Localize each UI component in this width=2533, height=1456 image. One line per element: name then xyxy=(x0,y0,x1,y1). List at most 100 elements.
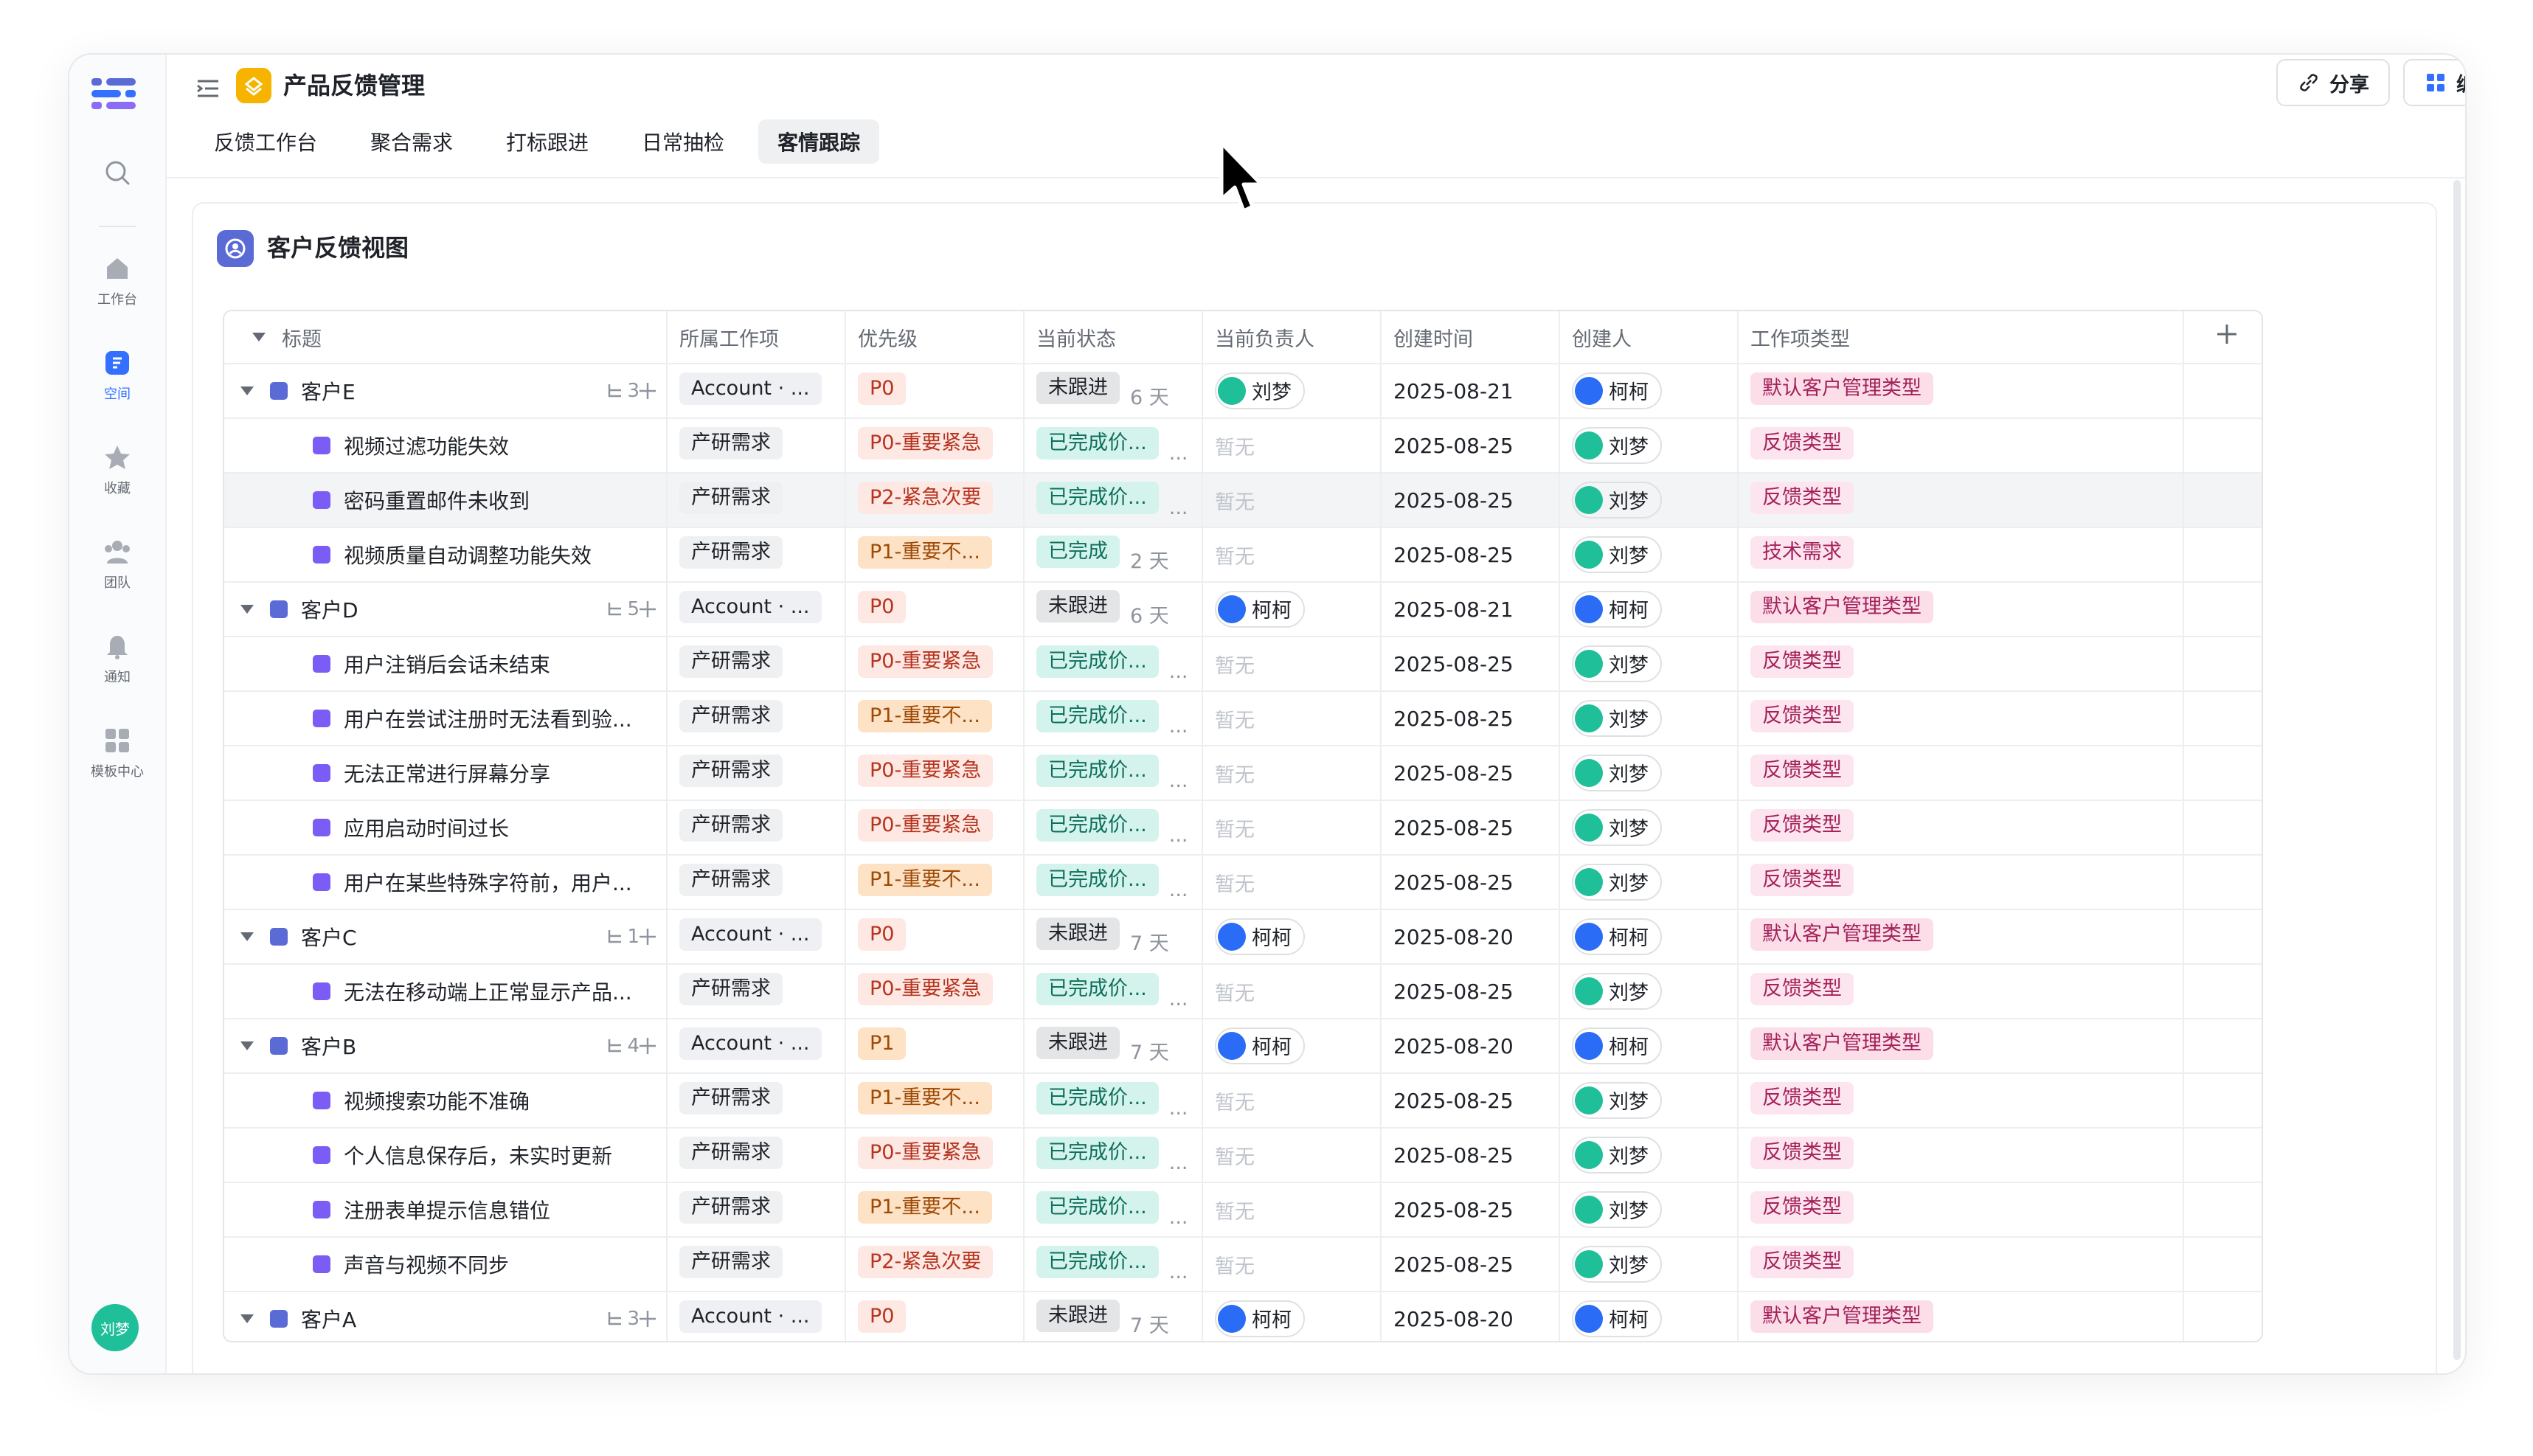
type-cell[interactable]: 反馈类型 xyxy=(1738,964,2184,1019)
status-cell[interactable]: 未跟进 7 天 xyxy=(1024,909,1203,965)
title-cell[interactable]: 无法在移动端上正常显示产品... xyxy=(224,964,668,1019)
creator-cell[interactable]: 刘梦 xyxy=(1559,800,1739,856)
column-header-created[interactable]: 创建时间 xyxy=(1381,311,1560,364)
feedback-row[interactable]: 个人信息保存后，未实时更新 产研需求 P0-重要紧急 已完成价...... 暂无 2025… xyxy=(224,1128,2262,1183)
row-title[interactable]: 应用启动时间过长 xyxy=(344,813,509,842)
customer-row[interactable]: 客户A 3 Account · ... P0 未跟进 7 天 柯柯 2025-08-20 柯柯 默… xyxy=(224,1292,2262,1341)
priority-cell[interactable]: P1-重要不... xyxy=(845,855,1025,910)
creator-cell[interactable]: 刘梦 xyxy=(1559,637,1739,692)
priority-cell[interactable]: P0-重要紧急 xyxy=(845,418,1025,474)
row-title[interactable]: 无法在移动端上正常显示产品... xyxy=(344,977,632,1006)
creator-chip[interactable]: 刘梦 xyxy=(1572,1081,1662,1119)
title-cell[interactable]: 用户在尝试注册时无法看到验... xyxy=(224,691,668,746)
creator-chip[interactable]: 刘梦 xyxy=(1572,481,1662,519)
priority-cell[interactable]: P1-重要不... xyxy=(845,1073,1025,1129)
item-cell[interactable]: 产研需求 xyxy=(667,418,846,474)
created-cell[interactable]: 2025-08-20 xyxy=(1381,909,1560,965)
created-cell[interactable]: 2025-08-25 xyxy=(1381,964,1560,1019)
column-header-priority[interactable]: 优先级 xyxy=(845,311,1025,364)
item-cell[interactable]: 产研需求 xyxy=(667,473,846,528)
status-cell[interactable]: 已完成价...... xyxy=(1024,1182,1203,1238)
created-cell[interactable]: 2025-08-20 xyxy=(1381,1019,1560,1074)
column-header-title[interactable]: 标题 xyxy=(224,311,668,364)
type-cell[interactable]: 反馈类型 xyxy=(1738,473,2184,528)
owner-cell[interactable]: 柯柯 xyxy=(1202,909,1382,965)
add-subitem-icon[interactable] xyxy=(637,1308,659,1330)
row-title[interactable]: 个人信息保存后，未实时更新 xyxy=(344,1140,612,1170)
created-cell[interactable]: 2025-08-25 xyxy=(1381,855,1560,910)
creator-chip[interactable]: 刘梦 xyxy=(1572,863,1662,901)
priority-cell[interactable]: P0-重要紧急 xyxy=(845,746,1025,801)
feedback-row[interactable]: 视频过滤功能失效 产研需求 P0-重要紧急 已完成价...... 暂无 2025-08-2… xyxy=(224,418,2262,474)
item-cell[interactable]: Account · ... xyxy=(667,1292,846,1341)
owner-cell[interactable]: 暂无 xyxy=(1202,1182,1382,1238)
title-cell[interactable]: 视频过滤功能失效 xyxy=(224,418,668,474)
item-cell[interactable]: 产研需求 xyxy=(667,746,846,801)
feedback-row[interactable]: 无法正常进行屏幕分享 产研需求 P0-重要紧急 已完成价...... 暂无 2025-08… xyxy=(224,746,2262,801)
subitem-count[interactable]: 4 xyxy=(605,1035,640,1057)
status-cell[interactable]: 已完成价...... xyxy=(1024,418,1203,474)
feedback-row[interactable]: 用户在尝试注册时无法看到验... 产研需求 P1-重要不... 已完成价...... 暂… xyxy=(224,691,2262,746)
item-cell[interactable]: 产研需求 xyxy=(667,964,846,1019)
creator-chip[interactable]: 刘梦 xyxy=(1572,1245,1662,1283)
status-cell[interactable]: 未跟进 7 天 xyxy=(1024,1292,1203,1341)
creator-chip[interactable]: 刘梦 xyxy=(1572,699,1662,737)
title-cell[interactable]: 用户注销后会话未结束 xyxy=(224,637,668,692)
type-cell[interactable]: 反馈类型 xyxy=(1738,746,2184,801)
subitem-count[interactable]: 3 xyxy=(605,1308,640,1330)
share-button[interactable]: 分享 xyxy=(2276,59,2390,106)
item-cell[interactable]: 产研需求 xyxy=(667,691,846,746)
expand-toggle-icon[interactable] xyxy=(240,386,254,395)
title-cell[interactable]: 客户D 5 xyxy=(224,582,668,637)
type-cell[interactable]: 技术需求 xyxy=(1738,527,2184,583)
priority-cell[interactable]: P2-紧急次要 xyxy=(845,473,1025,528)
feedback-row[interactable]: 声音与视频不同步 产研需求 P2-紧急次要 已完成价...... 暂无 2025-08-2… xyxy=(224,1237,2262,1292)
item-cell[interactable]: 产研需求 xyxy=(667,1073,846,1129)
sidebar-item-templates[interactable]: 模板中心 xyxy=(69,726,165,780)
creator-cell[interactable]: 刘梦 xyxy=(1559,418,1739,474)
title-cell[interactable]: 个人信息保存后，未实时更新 xyxy=(224,1128,668,1183)
owner-cell[interactable]: 柯柯 xyxy=(1202,1019,1382,1074)
user-avatar[interactable]: 刘梦 xyxy=(91,1304,139,1351)
row-title[interactable]: 无法正常进行屏幕分享 xyxy=(344,758,550,788)
priority-cell[interactable]: P0 xyxy=(845,909,1025,965)
creator-cell[interactable]: 柯柯 xyxy=(1559,1292,1739,1341)
sidebar-item-search[interactable] xyxy=(69,158,165,193)
creator-chip[interactable]: 刘梦 xyxy=(1572,754,1662,791)
creator-cell[interactable]: 刘梦 xyxy=(1559,691,1739,746)
title-cell[interactable]: 密码重置邮件未收到 xyxy=(224,473,668,528)
sidebar-collapse-icon[interactable] xyxy=(193,74,223,103)
title-cell[interactable]: 注册表单提示信息错位 xyxy=(224,1182,668,1238)
feedback-row[interactable]: 应用启动时间过长 产研需求 P0-重要紧急 已完成价...... 暂无 2025-08-2… xyxy=(224,800,2262,856)
title-cell[interactable]: 客户A 3 xyxy=(224,1292,668,1341)
expand-toggle-icon[interactable] xyxy=(240,1314,254,1323)
item-cell[interactable]: 产研需求 xyxy=(667,1128,846,1183)
tab-feedback-workbench[interactable]: 反馈工作台 xyxy=(195,119,336,164)
status-cell[interactable]: 已完成价...... xyxy=(1024,1237,1203,1292)
owner-empty[interactable]: 暂无 xyxy=(1215,546,1255,569)
priority-cell[interactable]: P0-重要紧急 xyxy=(845,964,1025,1019)
expand-toggle-icon[interactable] xyxy=(240,605,254,614)
owner-cell[interactable]: 暂无 xyxy=(1202,1237,1382,1292)
owner-cell[interactable]: 柯柯 xyxy=(1202,582,1382,637)
owner-empty[interactable]: 暂无 xyxy=(1215,710,1255,732)
feedback-row[interactable]: 用户在某些特殊字符前，用户... 产研需求 P1-重要不... 已完成价...... 暂… xyxy=(224,855,2262,910)
item-cell[interactable]: 产研需求 xyxy=(667,527,846,583)
feedback-row[interactable]: 用户注销后会话未结束 产研需求 P0-重要紧急 已完成价...... 暂无 2025-08… xyxy=(224,637,2262,692)
owner-cell[interactable]: 暂无 xyxy=(1202,418,1382,474)
expand-toggle-icon[interactable] xyxy=(240,932,254,941)
creator-cell[interactable]: 刘梦 xyxy=(1559,473,1739,528)
collapse-all-icon[interactable] xyxy=(252,333,266,342)
customer-row[interactable]: 客户C 1 Account · ... P0 未跟进 7 天 柯柯 2025-08-20 柯柯 默… xyxy=(224,909,2262,965)
title-cell[interactable]: 无法正常进行屏幕分享 xyxy=(224,746,668,801)
owner-cell[interactable]: 暂无 xyxy=(1202,637,1382,692)
column-header-creator[interactable]: 创建人 xyxy=(1559,311,1739,364)
row-title[interactable]: 视频质量自动调整功能失效 xyxy=(344,540,592,569)
owner-cell[interactable]: 暂无 xyxy=(1202,527,1382,583)
type-cell[interactable]: 反馈类型 xyxy=(1738,418,2184,474)
row-title[interactable]: 客户D xyxy=(301,594,358,624)
type-cell[interactable]: 默认客户管理类型 xyxy=(1738,1019,2184,1074)
priority-cell[interactable]: P1 xyxy=(845,1019,1025,1074)
created-cell[interactable]: 2025-08-25 xyxy=(1381,527,1560,583)
add-subitem-icon[interactable] xyxy=(637,380,659,402)
